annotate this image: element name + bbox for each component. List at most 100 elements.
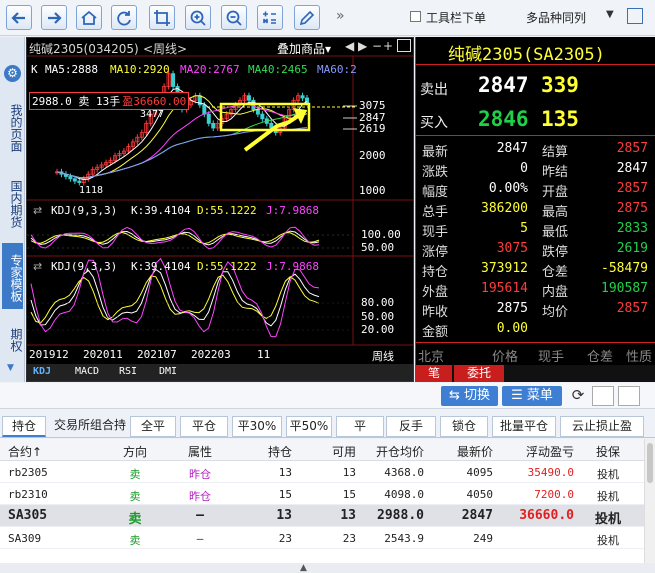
trade-tab-8[interactable]: 锁仓: [440, 416, 488, 437]
draw-button[interactable]: [294, 5, 320, 30]
table-column-header[interactable]: 可用: [300, 443, 356, 460]
swap-icon[interactable]: ⇄: [33, 260, 42, 273]
window-icon[interactable]: [592, 386, 614, 406]
position-marker: 2988.0 卖 13手 盈36660.00: [29, 92, 190, 110]
table-column-header[interactable]: 开仓均价: [360, 443, 424, 460]
forward-button[interactable]: [41, 5, 67, 30]
kdj2-j: J:7.9868: [266, 260, 319, 273]
menu-button[interactable]: ☰ 菜单: [502, 386, 562, 406]
table-horizontal-scrollbar[interactable]: ▲: [0, 563, 655, 573]
tab-orders[interactable]: 委托: [454, 365, 504, 382]
chevron-down-icon[interactable]: ▼: [7, 363, 14, 373]
table-header: 合约↑ 方向 属性 持仓 可用 开仓均价 最新价 浮动盈亏 投保: [0, 439, 644, 461]
quote-stat-value: 190587: [601, 281, 648, 296]
calculator-button[interactable]: [257, 5, 283, 30]
table-cell: 36660.0: [519, 508, 574, 523]
ma40-line: [56, 110, 308, 179]
sidetab-expert-template[interactable]: 专家模板: [2, 243, 23, 309]
kdj2-tick: 50.00: [361, 310, 395, 323]
tab-ticks[interactable]: 笔: [416, 365, 452, 382]
table-column-header[interactable]: 投保: [582, 443, 634, 460]
trade-tab-0[interactable]: 持仓: [2, 416, 46, 437]
indicator-tab-macd[interactable]: MACD: [75, 366, 99, 377]
table-column-header[interactable]: 合约↑: [8, 443, 78, 460]
table-row[interactable]: SA305 卖 — 13 13 2988.0 2847 36660.0 投机: [0, 505, 644, 527]
layout-select[interactable]: 多品种同列: [526, 9, 586, 26]
table-row[interactable]: SA309 卖 — 23 23 2543.9 249 投机: [0, 527, 644, 549]
trade-tab-9[interactable]: 批量平仓: [492, 416, 556, 437]
trade-tab-4[interactable]: 平30%: [232, 416, 282, 437]
arrow-left-icon[interactable]: ◀: [345, 39, 354, 53]
gear-icon[interactable]: ⚙: [4, 65, 21, 82]
trade-tab-3[interactable]: 平仓: [180, 416, 228, 437]
indicator-tab-rsi[interactable]: RSI: [119, 366, 137, 377]
high-price-label: 3477: [140, 109, 165, 120]
table-cell: 23: [342, 532, 356, 545]
buy-price[interactable]: 2846: [478, 107, 529, 131]
window-layout-icon[interactable]: [397, 39, 411, 52]
quote-stat-label: 涨停: [422, 245, 449, 260]
refresh-button[interactable]: [111, 5, 137, 30]
kdj2-name: KDJ(9,3,3): [51, 260, 118, 273]
trade-tab-7[interactable]: 反手: [386, 416, 436, 437]
sell-price[interactable]: 2847: [478, 73, 529, 97]
table-cell: 13: [340, 508, 356, 523]
quote-stat-value: 2847: [496, 141, 528, 156]
back-button[interactable]: [6, 5, 32, 30]
table-row[interactable]: rb2305 卖 昨仓 13 13 4368.0 4095 35490.0 投机: [0, 461, 644, 483]
table-column-header[interactable]: 浮动盈亏: [500, 443, 574, 460]
candle: [202, 104, 207, 115]
toolbar-more-icon[interactable]: »: [336, 8, 345, 24]
panel-layout-icon[interactable]: [627, 8, 643, 24]
trade-tab-5[interactable]: 平50%: [286, 416, 332, 437]
arrow-right-icon[interactable]: ▶: [358, 39, 367, 53]
switch-button[interactable]: ⇆ 切换: [441, 386, 498, 406]
trade-tab-6[interactable]: 平100%: [336, 416, 384, 452]
trade-tab-1[interactable]: 交易所组合持: [50, 416, 130, 437]
window-icon[interactable]: [618, 386, 640, 406]
date-label: 201912: [29, 348, 69, 361]
table-column-header[interactable]: 最新价: [430, 443, 493, 460]
table-cell: rb2310: [8, 488, 48, 501]
quote-stat-value: 0.00: [496, 321, 528, 336]
table-cell: 昨仓: [189, 490, 211, 503]
crop-button[interactable]: [149, 5, 175, 30]
table-cell: —: [196, 508, 204, 523]
overlay-product-button[interactable]: 叠加商品▾: [277, 40, 331, 57]
tick-header: 价格: [492, 350, 519, 365]
refresh-icon[interactable]: ⟳: [567, 386, 589, 406]
home-button[interactable]: [76, 5, 102, 30]
table-cell: 投机: [594, 512, 621, 527]
kline-chart[interactable]: 纯碱2305(034205) <周线> 叠加商品▾ ◀ ▶ − + K MA5:…: [26, 37, 414, 382]
table-column-header[interactable]: 属性: [175, 443, 225, 460]
date-label: 11: [257, 348, 271, 361]
toolbar-order-label: 工具栏下单: [426, 11, 487, 25]
table-row[interactable]: rb2310 卖 昨仓 15 15 4098.0 4050 7200.0 投机: [0, 483, 644, 505]
table-cell: 4368.0: [384, 466, 424, 479]
sidetab-domestic-futures[interactable]: 国内期货: [2, 175, 23, 233]
sidetab-options[interactable]: 期权: [2, 322, 23, 358]
date-label: 202203: [191, 348, 231, 361]
trade-tab-2[interactable]: 全平: [130, 416, 176, 437]
ma40-value: MA40:2465: [248, 63, 308, 76]
swap-icon[interactable]: ⇄: [33, 204, 42, 217]
sidetab-my-page[interactable]: 我的页面: [2, 99, 23, 157]
table-column-header[interactable]: 方向: [110, 443, 160, 460]
trade-tab-10[interactable]: 云止损止盈: [560, 416, 644, 437]
quote-panel: 纯碱2305(SA2305) 卖出 2847 339 买入 2846 135 最…: [415, 37, 655, 382]
chevron-up-icon[interactable]: ▲: [300, 563, 307, 573]
zoom-in-button[interactable]: [185, 5, 211, 30]
indicator-tab-dmi[interactable]: DMI: [159, 366, 177, 377]
indicator-tab-kdj[interactable]: KDJ: [33, 366, 51, 377]
table-vertical-scrollbar[interactable]: [644, 439, 655, 563]
minus-icon[interactable]: −: [372, 39, 382, 53]
zoom-out-button[interactable]: [221, 5, 247, 30]
plus-icon[interactable]: +: [383, 39, 393, 53]
chevron-down-icon[interactable]: ▼: [606, 9, 614, 20]
zoom-in-icon: [190, 10, 206, 26]
table-column-header[interactable]: 持仓: [232, 443, 292, 460]
kdj2-k-line: [30, 268, 320, 327]
position-table: 合约↑ 方向 属性 持仓 可用 开仓均价 最新价 浮动盈亏 投保 rb2305 卖昨仓 13 13 436…: [0, 439, 644, 563]
candle: [260, 113, 265, 120]
toolbar-order-checkbox[interactable]: [410, 11, 421, 22]
